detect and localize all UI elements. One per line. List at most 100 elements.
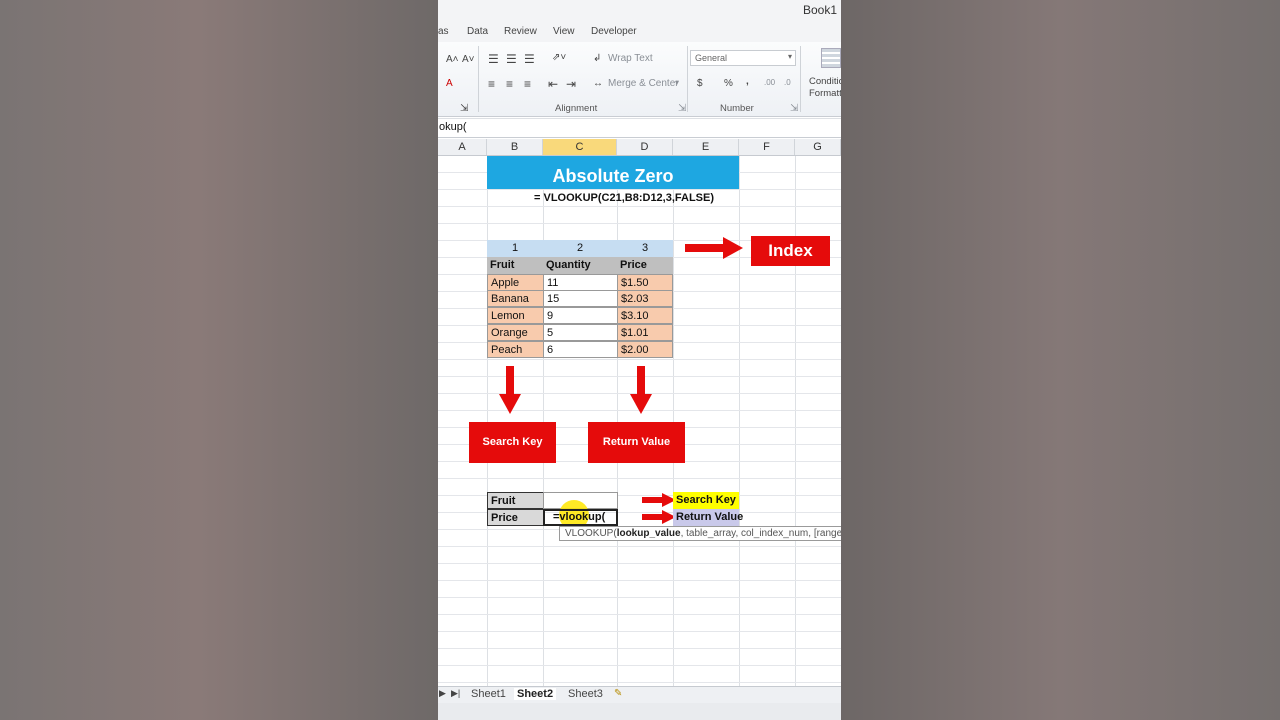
sheet-tab-sheet3[interactable]: Sheet3	[568, 688, 603, 700]
index-cell[interactable]: 3	[617, 240, 673, 257]
table-cell-price[interactable]: $1.01	[617, 324, 673, 341]
column-header-g[interactable]: G	[795, 139, 841, 155]
comma-button[interactable]: ,	[746, 76, 749, 87]
column-header-c[interactable]: C	[543, 139, 617, 155]
active-cell-price-input[interactable]: =vlookup(	[543, 509, 618, 526]
table-header-quantity[interactable]: Quantity	[543, 257, 617, 274]
align-bottom-icon[interactable]: ☰	[524, 52, 535, 66]
tooltip-other-args: , table_array, col_index_num, [range	[680, 528, 841, 539]
decrease-decimal-button[interactable]: .0	[784, 78, 791, 87]
last-sheet-icon[interactable]: ▶|	[451, 688, 460, 699]
table-cell-price[interactable]: $1.50	[617, 274, 673, 291]
number-launcher-icon[interactable]: ⇲	[790, 103, 798, 114]
merge-center-button[interactable]: Merge & Center	[608, 78, 679, 89]
function-tooltip: VLOOKUP(lookup_value, table_array, col_i…	[559, 526, 841, 541]
decrease-indent-icon[interactable]: ⇤	[548, 77, 558, 91]
status-bar	[438, 703, 841, 720]
shrink-font-button[interactable]: A˅	[462, 54, 475, 65]
increase-indent-icon[interactable]: ⇥	[566, 77, 576, 91]
align-middle-icon[interactable]: ☰	[506, 52, 517, 66]
align-right-icon[interactable]: ≡	[524, 77, 531, 91]
video-background-left	[0, 0, 438, 720]
arrow-down-icon	[630, 366, 652, 414]
tab-data[interactable]: Data	[467, 26, 488, 37]
lookup-fruit-label[interactable]: Fruit	[487, 492, 544, 509]
column-header-d[interactable]: D	[617, 139, 673, 155]
table-header-fruit[interactable]: Fruit	[487, 257, 543, 274]
table-cell-price[interactable]: $2.03	[617, 290, 673, 307]
table-cell-fruit[interactable]: Orange	[487, 324, 544, 341]
conditional-formatting-button[interactable]: Conditio Formattin	[809, 76, 841, 100]
table-cell-quantity[interactable]: 5	[543, 324, 618, 341]
table-cell-price[interactable]: $2.00	[617, 341, 673, 358]
lookup-price-label[interactable]: Price	[487, 509, 544, 526]
table-cell-fruit[interactable]: Lemon	[487, 307, 544, 324]
merge-dropdown-icon[interactable]: ▾	[675, 78, 679, 87]
arrow-right-icon	[685, 237, 743, 259]
tab-developer[interactable]: Developer	[591, 26, 637, 37]
title-bar: Book1	[438, 0, 841, 22]
table-cell-quantity[interactable]: 6	[543, 341, 618, 358]
return-value-tag: Return Value	[673, 509, 743, 526]
banner-title: Absolute Zero	[487, 156, 739, 189]
alignment-launcher-icon[interactable]: ⇲	[678, 103, 686, 114]
table-cell-fruit[interactable]: Banana	[487, 290, 544, 307]
video-background-right	[841, 0, 1280, 720]
align-center-icon[interactable]: ≡	[506, 77, 513, 91]
table-cell-quantity[interactable]: 9	[543, 307, 618, 324]
sheet-tab-bar: ▶ ▶| Sheet1 Sheet2 Sheet3 ✎	[438, 686, 841, 703]
table-header-price[interactable]: Price	[617, 257, 673, 274]
table-cell-quantity[interactable]: 11	[543, 274, 618, 291]
tab-formulas[interactable]: as	[438, 26, 449, 37]
column-header-b[interactable]: B	[487, 139, 543, 155]
arrow-right-icon	[642, 493, 676, 507]
return-value-label: Return Value	[588, 422, 685, 463]
font-color-button[interactable]: A	[446, 78, 453, 89]
table-cell-fruit[interactable]: Apple	[487, 274, 544, 291]
chevron-down-icon: ▾	[787, 52, 792, 61]
sheet-tab-sheet2[interactable]: Sheet2	[514, 688, 557, 700]
column-header-a[interactable]: A	[438, 139, 487, 155]
currency-button[interactable]: $	[697, 78, 703, 89]
prev-sheet-icon[interactable]: ▶	[439, 688, 446, 699]
merge-center-icon: ↔	[593, 78, 603, 89]
window-title: Book1	[802, 3, 837, 17]
align-top-icon[interactable]: ☰	[488, 52, 499, 66]
column-header-row: A B C D E F G	[438, 139, 841, 156]
tooltip-current-arg[interactable]: lookup_value	[617, 528, 681, 539]
search-key-tag: Search Key	[673, 492, 739, 509]
percent-button[interactable]: %	[724, 78, 733, 89]
excel-window: Book1 as Data Review View Developer A˄ A…	[438, 0, 841, 720]
formula-bar[interactable]: okup(	[438, 118, 841, 138]
increase-decimal-button[interactable]: .00	[764, 78, 775, 87]
tab-view[interactable]: View	[553, 26, 575, 37]
number-group-label: Number	[720, 103, 754, 114]
ribbon-separator	[478, 46, 479, 112]
font-group-launcher-icon[interactable]: ⇲	[460, 103, 468, 114]
formula-caption: = VLOOKUP(C21,B8:D12,3,FALSE)	[534, 192, 715, 204]
table-cell-fruit[interactable]: Peach	[487, 341, 544, 358]
orientation-icon[interactable]: ⇗˅	[552, 52, 566, 63]
index-label: Index	[751, 236, 830, 266]
column-header-f[interactable]: F	[739, 139, 795, 155]
insert-sheet-icon[interactable]: ✎	[614, 688, 622, 699]
number-format-select[interactable]: General ▾	[690, 50, 796, 66]
align-left-icon[interactable]: ≡	[488, 77, 495, 91]
table-cell-price[interactable]: $3.10	[617, 307, 673, 324]
grow-font-button[interactable]: A˄	[446, 54, 459, 65]
column-header-e[interactable]: E	[673, 139, 739, 155]
tab-review[interactable]: Review	[504, 26, 537, 37]
sheet-tab-sheet1[interactable]: Sheet1	[471, 688, 506, 700]
ribbon-separator	[800, 46, 801, 112]
index-cell[interactable]: 2	[543, 240, 617, 257]
wrap-text-button[interactable]: Wrap Text	[608, 53, 653, 64]
wrap-text-icon: ↲	[593, 53, 602, 64]
tooltip-function-name: VLOOKUP(	[565, 528, 617, 539]
search-key-label: Search Key	[469, 422, 556, 463]
formula-bar-text: okup(	[439, 121, 467, 133]
alignment-group-label: Alignment	[555, 103, 598, 114]
ribbon-tabs: as Data Review View Developer	[438, 22, 841, 42]
table-cell-quantity[interactable]: 15	[543, 290, 618, 307]
number-format-value: General	[695, 53, 728, 63]
index-cell[interactable]: 1	[487, 240, 543, 257]
